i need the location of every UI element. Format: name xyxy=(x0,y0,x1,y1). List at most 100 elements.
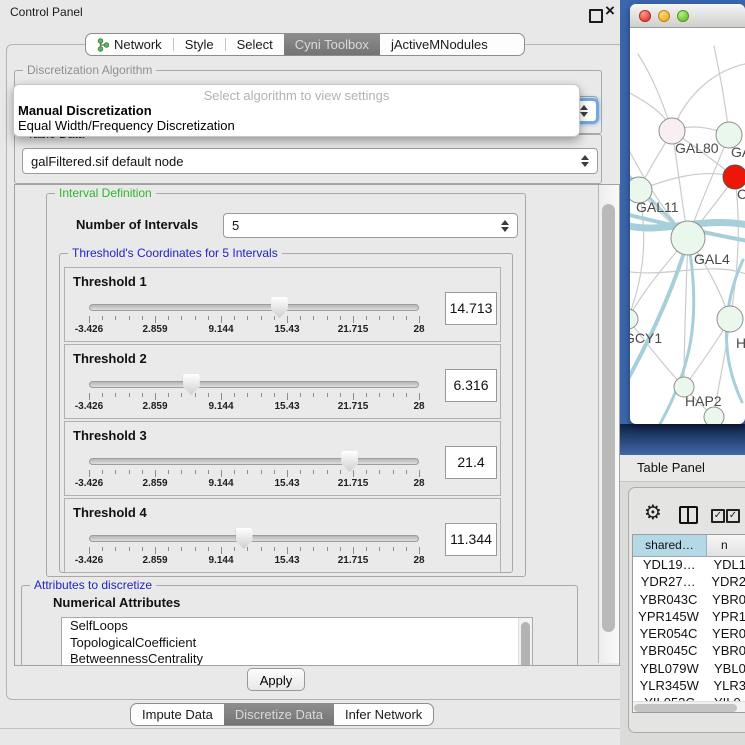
scrollbar-thumb[interactable] xyxy=(634,704,737,712)
table-cell[interactable]: YDL19… xyxy=(633,557,705,574)
gear-icon[interactable]: ⚙ xyxy=(644,500,662,524)
slider-tick xyxy=(287,470,288,477)
table-cell[interactable]: YER054C xyxy=(633,626,704,643)
slider-tick xyxy=(261,316,262,320)
network-window-titlebar[interactable] xyxy=(630,4,745,28)
list-item[interactable]: TopologicalCoefficient xyxy=(62,635,532,652)
table-row[interactable]: YDL19…YDL1 xyxy=(633,557,745,574)
table-row[interactable]: YBR043CYBR0 xyxy=(633,592,745,609)
table-cell[interactable]: YLR3 xyxy=(705,678,745,695)
table-cell[interactable]: YBL079W xyxy=(633,661,706,678)
stepper-up-icon[interactable] xyxy=(581,155,589,160)
network-canvas-svg[interactable]: GAL80GACGAL11GAL4GCY1HHAP2 xyxy=(630,28,745,424)
table-row[interactable]: YBR045CYBR0 xyxy=(633,643,745,660)
algorithm-option-equal-width[interactable]: Equal Width/Frequency Discretization xyxy=(18,118,579,133)
column-header-shared[interactable]: shared… xyxy=(633,535,707,556)
apply-button[interactable]: Apply xyxy=(247,668,305,691)
minimize-traffic-light-icon[interactable] xyxy=(658,10,670,22)
tab-infer-network-label: Infer Network xyxy=(345,707,422,722)
tab-style[interactable]: Style xyxy=(174,34,225,55)
close-icon[interactable]: × xyxy=(605,1,615,21)
table-cell[interactable]: YDR2 xyxy=(703,574,745,591)
tab-infer-network[interactable]: Infer Network xyxy=(334,704,433,725)
stepper-up-icon[interactable] xyxy=(501,220,509,225)
zoom-traffic-light-icon[interactable] xyxy=(677,10,689,22)
network-node[interactable] xyxy=(671,221,705,255)
table-data-combo[interactable]: galFiltered.sif default node xyxy=(22,148,598,174)
slider-tick xyxy=(102,547,103,551)
slider-tick xyxy=(406,316,407,320)
network-edge[interactable] xyxy=(672,64,745,131)
stepper-down-icon[interactable] xyxy=(501,227,509,232)
table-cell[interactable]: YBR045C xyxy=(633,643,704,660)
number-of-intervals-combo[interactable]: 5 xyxy=(223,213,518,238)
slider-track[interactable] xyxy=(89,535,419,542)
stepper-up-icon[interactable] xyxy=(580,105,588,110)
network-edge[interactable] xyxy=(630,240,688,390)
table-cell[interactable]: YBR0 xyxy=(704,592,745,609)
tab-jactivemnodules[interactable]: jActiveMNodules xyxy=(380,34,499,55)
threshold-value[interactable]: 11.344 xyxy=(445,523,497,556)
table-cell[interactable]: YLR345W xyxy=(633,678,705,695)
slider-tick xyxy=(366,470,367,474)
slider-tick xyxy=(406,547,407,551)
table-cell[interactable]: YPR145W xyxy=(633,609,704,626)
slider-track[interactable] xyxy=(89,458,419,465)
float-window-icon[interactable] xyxy=(589,9,603,23)
slider-thumb[interactable] xyxy=(183,374,200,395)
table-cell[interactable]: YER0 xyxy=(704,626,745,643)
list-item[interactable]: BetweennessCentrality xyxy=(62,651,532,666)
network-node[interactable] xyxy=(704,407,724,424)
tab-discretize-data[interactable]: Discretize Data xyxy=(224,704,334,725)
column-header-name[interactable]: n xyxy=(707,535,745,556)
tab-cyni-toolbox[interactable]: Cyni Toolbox xyxy=(284,34,380,55)
table-horizontal-scrollbar[interactable] xyxy=(633,701,745,713)
table-cell[interactable]: YPR1 xyxy=(704,609,745,626)
table-cell[interactable]: YBR043C xyxy=(633,592,704,609)
tab-select[interactable]: Select xyxy=(226,34,284,55)
tab-network[interactable]: Network xyxy=(86,34,173,55)
slider-track[interactable] xyxy=(89,304,419,311)
threshold-value[interactable]: 14.713 xyxy=(445,292,497,325)
checkbox-icon[interactable]: ✓ xyxy=(711,509,725,523)
threshold-label: Threshold 1 xyxy=(73,274,147,289)
stepper-down-icon[interactable] xyxy=(581,162,589,167)
table-cell[interactable]: YBL0 xyxy=(706,661,745,678)
table-row[interactable]: YDR27…YDR2 xyxy=(633,574,745,591)
slider-tick xyxy=(353,316,354,323)
table-cell[interactable]: YBR0 xyxy=(704,643,745,660)
scrollbar-thumb[interactable] xyxy=(521,622,530,666)
split-view-icon[interactable] xyxy=(679,506,698,524)
network-edge[interactable] xyxy=(639,174,735,190)
scrollbar-thumb[interactable] xyxy=(602,204,615,632)
settings-vertical-scrollbar[interactable] xyxy=(598,185,619,663)
table-row[interactable]: YLR345WYLR3 xyxy=(633,678,745,695)
table-row[interactable]: YER054CYER0 xyxy=(633,626,745,643)
network-node[interactable] xyxy=(717,306,743,332)
table-row[interactable]: YBL079WYBL0 xyxy=(633,661,745,678)
threshold-value[interactable]: 6.316 xyxy=(445,369,497,402)
network-edge[interactable] xyxy=(714,46,729,135)
slider-thumb[interactable] xyxy=(341,451,358,472)
close-traffic-light-icon[interactable] xyxy=(639,10,651,22)
slider-tick xyxy=(89,393,90,400)
stepper-down-icon[interactable] xyxy=(580,112,588,117)
attributes-list-scrollbar[interactable] xyxy=(518,618,532,666)
algorithm-option-manual[interactable]: Manual Discretization xyxy=(18,103,579,118)
list-item[interactable]: SelfLoops xyxy=(62,618,532,635)
threshold-value[interactable]: 21.4 xyxy=(445,446,497,479)
table-cell[interactable]: YDR27… xyxy=(633,574,703,591)
slider-thumb[interactable] xyxy=(271,297,288,318)
tab-impute-data[interactable]: Impute Data xyxy=(131,704,224,725)
slider-tick xyxy=(142,470,143,474)
threshold-panel: Threshold 3 -3.4262.8599.14415.4321.7152… xyxy=(64,421,501,496)
slider-track[interactable] xyxy=(89,381,419,388)
slider-tick xyxy=(142,393,143,397)
checkbox-icon[interactable]: ✓ xyxy=(726,509,740,523)
table-cell[interactable]: YDL1 xyxy=(705,557,745,574)
numerical-attributes-list[interactable]: SelfLoopsTopologicalCoefficientBetweenne… xyxy=(61,617,533,666)
table-row[interactable]: YPR145WYPR1 xyxy=(633,609,745,626)
slider-thumb[interactable] xyxy=(236,528,253,549)
network-node[interactable] xyxy=(630,309,638,329)
network-edge[interactable] xyxy=(630,269,745,274)
